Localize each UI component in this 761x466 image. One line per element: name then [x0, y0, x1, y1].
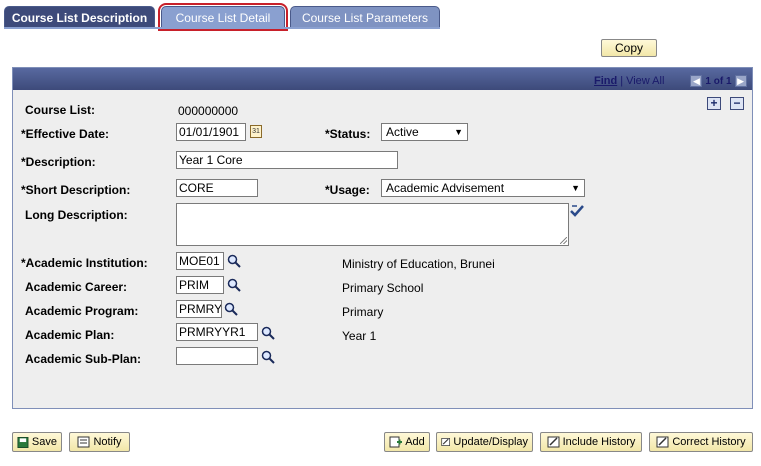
dropdown-arrow-icon: ▼ [571, 183, 580, 193]
notify-label: Notify [93, 436, 122, 448]
long-description-textarea[interactable] [176, 203, 569, 246]
academic-career-label: Academic Career: [25, 280, 128, 294]
status-value: Active [386, 125, 419, 139]
description-input[interactable]: Year 1 Core [176, 151, 398, 169]
find-link[interactable]: Find [594, 75, 617, 87]
effective-date-input[interactable]: 01/01/1901 [176, 123, 246, 141]
next-arrow-icon[interactable]: ▶ [734, 75, 747, 87]
academic-subplan-input[interactable] [176, 347, 258, 365]
academic-institution-label: *Academic Institution: [21, 256, 148, 270]
lookup-icon[interactable] [227, 254, 241, 268]
lookup-icon[interactable] [227, 278, 241, 292]
spellcheck-icon[interactable] [569, 203, 585, 219]
short-description-label: *Short Description: [21, 183, 131, 197]
nav-separator: | [620, 75, 624, 87]
add-row-icon[interactable]: + [707, 97, 721, 110]
update-display-icon [441, 438, 451, 446]
academic-subplan-label: Academic Sub-Plan: [25, 352, 142, 366]
academic-plan-input[interactable]: PRMRYYR1 [176, 323, 258, 341]
add-icon [389, 436, 403, 448]
page-info: 1 of 1 [705, 75, 732, 87]
delete-row-icon[interactable]: − [730, 97, 744, 110]
update-display-label: Update/Display [453, 436, 528, 448]
academic-program-input[interactable]: PRMRY [176, 300, 222, 318]
academic-program-label: Academic Program: [25, 304, 139, 318]
long-description-label: Long Description: [25, 208, 128, 222]
correct-history-icon [656, 436, 669, 448]
first-arrow-icon[interactable]: ◀ [690, 75, 703, 87]
status-label: *Status: [325, 127, 371, 141]
academic-plan-label: Academic Plan: [25, 328, 115, 342]
tab-course-list-parameters[interactable]: Course List Parameters [290, 6, 440, 28]
tab-course-list-description[interactable]: Course List Description [4, 6, 155, 28]
add-button[interactable]: Add [384, 432, 430, 452]
academic-institution-input[interactable]: MOE01 [176, 252, 224, 270]
description-label: *Description: [21, 155, 96, 169]
save-icon [17, 436, 29, 448]
lookup-icon[interactable] [261, 326, 275, 340]
correct-history-label: Correct History [672, 436, 746, 448]
academic-career-desc: Primary School [342, 281, 424, 295]
academic-institution-desc: Ministry of Education, Brunei [342, 257, 495, 271]
view-all-link[interactable]: View All [626, 75, 664, 87]
scroll-navigation: Find | View All ◀ 1 of 1 ▶ [594, 74, 747, 88]
academic-plan-desc: Year 1 [342, 329, 377, 343]
include-history-button[interactable]: Include History [540, 432, 642, 452]
save-button[interactable]: Save [12, 432, 62, 452]
tab-underline [4, 27, 440, 29]
save-label: Save [31, 436, 57, 448]
copy-button[interactable]: Copy [601, 39, 657, 57]
resize-grip-icon[interactable] [560, 237, 567, 244]
dropdown-arrow-icon: ▼ [454, 127, 463, 137]
usage-value: Academic Advisement [386, 181, 505, 195]
add-label: Add [405, 436, 425, 448]
update-display-button[interactable]: Update/Display [436, 432, 533, 452]
usage-label: *Usage: [325, 183, 370, 197]
notify-button[interactable]: Notify [69, 432, 130, 452]
lookup-icon[interactable] [261, 350, 275, 364]
status-select[interactable]: Active ▼ [381, 123, 468, 141]
academic-career-input[interactable]: PRIM [176, 276, 224, 294]
correct-history-button[interactable]: Correct History [649, 432, 753, 452]
academic-program-desc: Primary [342, 305, 384, 319]
lookup-icon[interactable] [224, 302, 238, 316]
include-history-icon [547, 436, 560, 448]
include-history-label: Include History [562, 436, 636, 448]
short-description-input[interactable]: CORE [176, 179, 258, 197]
usage-select[interactable]: Academic Advisement ▼ [381, 179, 585, 197]
tab-course-list-detail[interactable]: Course List Detail [158, 3, 288, 31]
notify-icon [77, 436, 90, 448]
course-list-label: Course List: [25, 103, 96, 117]
calendar-icon[interactable]: 31 [250, 125, 262, 138]
course-list-value: 000000000 [178, 104, 239, 118]
effective-date-label: *Effective Date: [21, 127, 110, 141]
